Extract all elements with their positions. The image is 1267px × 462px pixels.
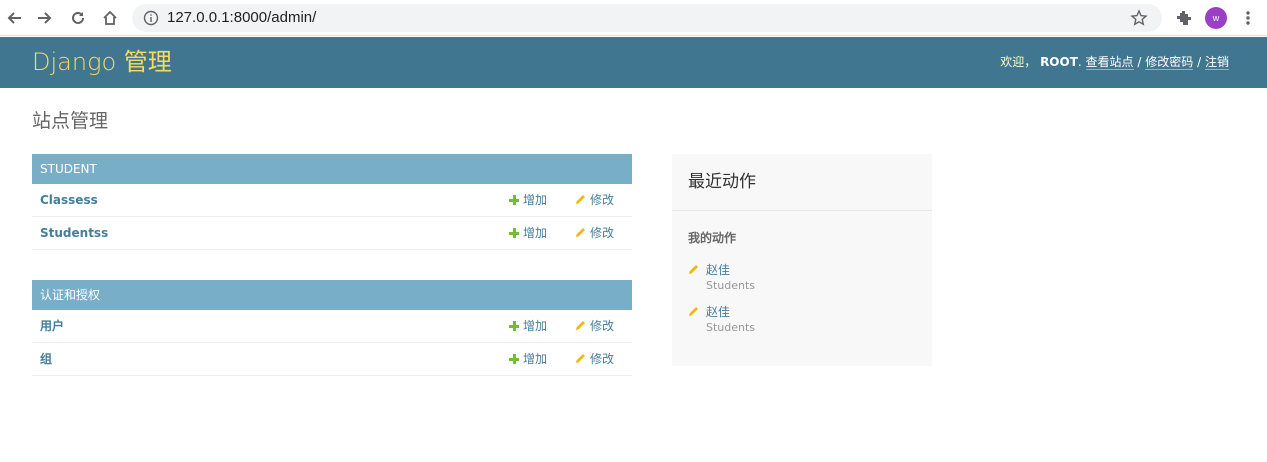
change-icon bbox=[576, 228, 585, 237]
change-button[interactable]: 修改 bbox=[575, 184, 614, 217]
forward-arrow-icon[interactable] bbox=[33, 6, 57, 30]
change-label: 修改 bbox=[590, 193, 615, 207]
change-label: 修改 bbox=[590, 226, 615, 240]
star-icon[interactable] bbox=[1130, 9, 1148, 27]
add-label: 增加 bbox=[523, 352, 548, 366]
username-period: . bbox=[1077, 55, 1082, 69]
change-icon bbox=[576, 195, 585, 204]
table-row: 组 增加 修改 bbox=[32, 343, 632, 376]
recent-actions-title: 最近动作 bbox=[688, 172, 756, 192]
extensions-icon[interactable] bbox=[1175, 9, 1193, 27]
divider bbox=[672, 210, 932, 211]
change-icon bbox=[576, 354, 585, 363]
change-label: 修改 bbox=[590, 319, 615, 333]
add-button[interactable]: 增加 bbox=[509, 310, 547, 343]
address-bar[interactable]: 127.0.0.1:8000/admin/ bbox=[132, 4, 1162, 32]
table-row: Classess 增加 修改 bbox=[32, 184, 632, 217]
info-icon[interactable] bbox=[142, 9, 160, 27]
model-link[interactable]: Studentss bbox=[40, 217, 108, 250]
model-link[interactable]: Classess bbox=[40, 184, 98, 217]
change-button[interactable]: 修改 bbox=[575, 343, 614, 376]
module-caption[interactable]: STUDENT bbox=[32, 154, 632, 184]
add-button[interactable]: 增加 bbox=[509, 217, 547, 250]
home-icon[interactable] bbox=[98, 6, 122, 30]
browser-toolbar: 127.0.0.1:8000/admin/ w bbox=[0, 0, 1267, 36]
logout-link[interactable]: 注销 bbox=[1204, 55, 1229, 70]
reload-icon[interactable] bbox=[66, 6, 90, 30]
welcome-text: 欢迎， bbox=[1000, 55, 1037, 69]
add-icon bbox=[509, 195, 519, 205]
site-branding[interactable]: Django 管理 bbox=[32, 47, 172, 77]
table-row: Studentss 增加 修改 bbox=[32, 217, 632, 250]
separator: / bbox=[1197, 55, 1202, 69]
recent-object-type: Students bbox=[706, 321, 756, 334]
add-label: 增加 bbox=[523, 193, 548, 207]
model-link[interactable]: 用户 bbox=[40, 310, 64, 343]
recent-object-type: Students bbox=[706, 279, 756, 292]
recent-object-link[interactable]: 赵佳 bbox=[706, 262, 730, 278]
change-button[interactable]: 修改 bbox=[575, 310, 614, 343]
recent-actions-panel: 最近动作 我的动作 赵佳 Students 赵佳 Students bbox=[672, 154, 932, 366]
change-label: 修改 bbox=[590, 352, 615, 366]
change-button[interactable]: 修改 bbox=[575, 217, 614, 250]
module-caption[interactable]: 认证和授权 bbox=[32, 280, 632, 310]
my-actions-heading: 我的动作 bbox=[688, 231, 737, 245]
change-icon bbox=[576, 321, 585, 330]
avatar[interactable]: w bbox=[1205, 7, 1227, 29]
add-icon bbox=[509, 354, 519, 364]
add-button[interactable]: 增加 bbox=[509, 343, 547, 376]
change-icon bbox=[689, 307, 698, 316]
separator: / bbox=[1137, 55, 1142, 69]
add-label: 增加 bbox=[523, 319, 548, 333]
url-text[interactable]: 127.0.0.1:8000/admin/ bbox=[167, 4, 316, 32]
view-site-link[interactable]: 查看站点 bbox=[1085, 55, 1134, 70]
page-title: 站点管理 bbox=[32, 110, 109, 132]
add-icon bbox=[509, 228, 519, 238]
app-module-auth: 认证和授权 用户 增加 修改 组 增加 修改 bbox=[32, 280, 632, 376]
back-arrow-icon[interactable] bbox=[2, 6, 26, 30]
change-icon bbox=[689, 265, 698, 274]
table-row: 用户 增加 修改 bbox=[32, 310, 632, 343]
recent-object-link[interactable]: 赵佳 bbox=[706, 304, 730, 320]
app-module-student: STUDENT Classess 增加 修改 Studentss 增加 修改 bbox=[32, 154, 632, 250]
add-button[interactable]: 增加 bbox=[509, 184, 547, 217]
user-tools: 欢迎， ROOT. 查看站点 / 修改密码 / 注销 bbox=[1000, 54, 1229, 70]
menu-icon[interactable] bbox=[1242, 9, 1254, 27]
add-icon bbox=[509, 321, 519, 331]
add-label: 增加 bbox=[523, 226, 548, 240]
username: ROOT bbox=[1040, 55, 1078, 69]
change-password-link[interactable]: 修改密码 bbox=[1145, 55, 1194, 70]
admin-header: Django 管理 欢迎， ROOT. 查看站点 / 修改密码 / 注销 bbox=[0, 37, 1267, 88]
model-link[interactable]: 组 bbox=[40, 343, 52, 376]
